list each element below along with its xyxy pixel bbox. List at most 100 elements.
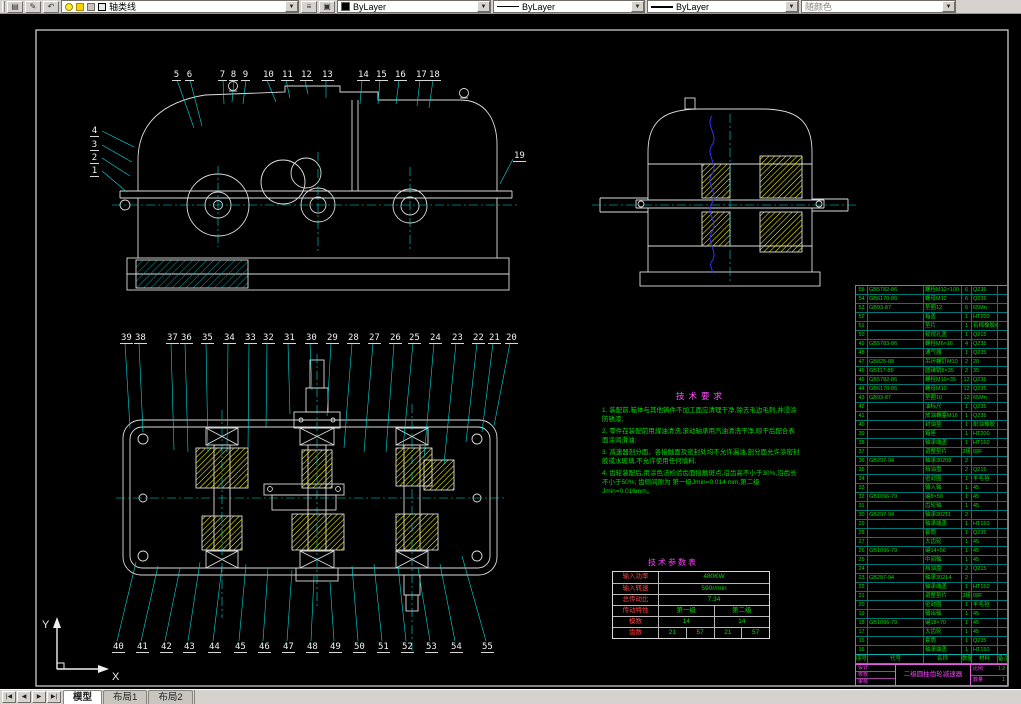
tech-requirements-body: 1. 装配前,箱体与其他铸件不加工面应清理干净,除去毛边毛刺,并浸涂防锈漆; 2.… — [602, 406, 800, 497]
tab-nav-arrow-icon[interactable]: |◀ — [2, 691, 16, 703]
bom-row: 36 GB297-94 轴承30208 2 — [856, 457, 1007, 466]
drawing-title: 二级圆柱齿轮减速器 — [896, 665, 971, 685]
bom-row: 45 GB5782-86 螺栓M10×35 12 Q235 — [856, 376, 1007, 385]
title-block-scale: 比例 1:2 — [971, 665, 1007, 676]
bom-row: 43 GB93-87 垫圈10 12 65Mn — [856, 394, 1007, 403]
bom-row: 19 输出轴 1 45 — [856, 610, 1007, 619]
current-color-swatch — [341, 2, 350, 11]
layers-dialog-icon[interactable]: ▤ — [7, 0, 23, 13]
tech-requirement-line: 3. 减速器剖分面、各接触面及密封处均不允许漏油,剖分面允许涂密封胶或水玻璃,不… — [602, 448, 800, 466]
param-row-module: 模数 14 14 — [613, 616, 769, 627]
bom-row: 32 GB1096-79 键8×50 1 45 — [856, 493, 1007, 502]
bom-row: 50 窥视孔盖 1 Q215 — [856, 331, 1007, 340]
param-row-speed: 输入转速 590r/min — [613, 583, 769, 594]
bom-row: 47 GB825-88 吊环螺钉M10 2 20 — [856, 358, 1007, 367]
bom-row: 44 GB6170-86 螺母M10 12 Q235 — [856, 385, 1007, 394]
bom-row: 27 大齿轮 1 45 — [856, 538, 1007, 547]
ucs-y-label: Y — [42, 619, 50, 631]
bom-row: 17 大齿轮 1 45 — [856, 628, 1007, 637]
layer-thaw-sun-icon[interactable] — [76, 2, 84, 11]
title-block-qty: 数量 1 — [973, 676, 1005, 683]
autocad-window: ▤ ✎ ↶ 轴类线 ▼ ≡ ▣ ByLayer ▼ ByLayer ▼ ByLa… — [0, 0, 1021, 704]
bom-row: 41 放油螺塞M16 1 Q235 — [856, 412, 1007, 421]
lineweight-sample-icon — [651, 5, 673, 8]
lineweight-dropdown[interactable]: ByLayer ▼ — [647, 0, 799, 13]
bom-row: 31 齿轮轴 1 45 — [856, 502, 1007, 511]
bom-row: 38 轴承端盖 1 HT150 — [856, 439, 1007, 448]
bom-row: 21 调整垫片 2组 08F — [856, 592, 1007, 601]
ucs-x-label: X — [112, 671, 120, 683]
bom-row: 23 GB297-94 轴承30214 2 — [856, 574, 1007, 583]
layer-lock-icon[interactable] — [87, 2, 95, 11]
bom-row: 22 轴承端盖 1 HT150 — [856, 583, 1007, 592]
bom-row: 16 套筒 1 Q235 — [856, 637, 1007, 646]
tab-layout1[interactable]: 布局1 — [103, 690, 148, 704]
bom-header: 序号 代号 名称 数量 材料 备注 — [855, 654, 1008, 664]
bom-row: 29 轴承端盖 1 HT150 — [856, 520, 1007, 529]
toolbar-grip[interactable] — [2, 1, 5, 12]
tab-nav-arrow-icon[interactable]: ▶| — [47, 691, 61, 703]
bom-row: 26 GB1096-79 键14×56 1 45 — [856, 547, 1007, 556]
param-table-title: 技术参数表 — [648, 558, 698, 567]
end-view — [599, 97, 849, 287]
plotstyle-dropdown-arrow-icon[interactable]: ▼ — [942, 1, 955, 12]
layer-dropdown[interactable]: 轴类线 ▼ — [61, 0, 299, 13]
layer-color-swatch — [98, 2, 106, 11]
bom-row: 52 箱盖 1 HT200 — [856, 313, 1007, 322]
bom-row: 30 GB297-94 轴承30211 2 — [856, 511, 1007, 520]
make-object-layer-current-icon[interactable]: ✎ — [25, 0, 41, 13]
linetype-dropdown-arrow-icon[interactable]: ▼ — [631, 1, 644, 12]
layer-previous-icon[interactable]: ↶ — [43, 0, 59, 13]
linetype-dropdown-value: ByLayer — [522, 1, 556, 12]
tech-requirement-line: 2. 零件在装配前用煤油清洗,滚动轴承用汽油清洗干净,晾干后配合表面涂润滑油; — [602, 427, 795, 445]
bom-table: 55 GB5782-86 螺栓M12×100 6 Q235 54 GB6170-… — [855, 285, 1008, 655]
tab-nav-arrow-icon[interactable]: ▶ — [32, 691, 46, 703]
title-block-signatures: 设计 校核 审核 — [856, 665, 896, 685]
linetype-dropdown[interactable]: ByLayer ▼ — [493, 0, 645, 13]
tab-nav: |◀ ◀ ▶ ▶| — [0, 690, 63, 704]
bom-row: 51 垫片 1 石棉橡胶纸 — [856, 322, 1007, 331]
plotstyle-dropdown[interactable]: 随颜色 ▼ — [801, 0, 956, 13]
drawing-area[interactable]: Y X 5 6 7 8 9 10 11 12 13 14 15 16 17 18… — [0, 14, 1021, 689]
param-row-power: 输入功率 480KW — [613, 572, 769, 583]
param-row-stage: 传动特性 第一级 第二级 — [613, 605, 769, 616]
color-dropdown-arrow-icon[interactable]: ▼ — [477, 1, 490, 12]
tab-layout2[interactable]: 布局2 — [148, 690, 193, 704]
tech-requirements: 技术要求 1. 装配前,箱体与其他铸件不加工面应清理干净,除去毛边毛刺,并浸涂防… — [602, 390, 800, 499]
section-view-centerlines — [116, 354, 504, 654]
bom-row: 55 GB5782-86 螺栓M12×100 6 Q235 — [856, 286, 1007, 295]
bom-row: 25 中间轴 1 45 — [856, 556, 1007, 565]
ucs-icon — [53, 617, 109, 673]
linetype-sample-icon — [497, 6, 519, 7]
front-view — [119, 81, 513, 291]
bom-row: 24 挡油盘 2 Q215 — [856, 565, 1007, 574]
layout-tabbar: |◀ ◀ ▶ ▶| 模型 布局1 布局2 — [0, 689, 1021, 704]
param-row-ratio: 总传动比 7.34 — [613, 594, 769, 605]
color-dropdown[interactable]: ByLayer ▼ — [337, 0, 491, 13]
tech-requirements-title: 技术要求 — [675, 391, 726, 401]
layer-on-bulb-icon[interactable] — [65, 2, 73, 11]
bom-row: 53 GB93-87 垫圈12 6 65Mn — [856, 304, 1007, 313]
color-palette-icon[interactable]: ▣ — [319, 0, 335, 13]
bom-row: 34 密封圈 1 羊毛毡 — [856, 475, 1007, 484]
lineweight-dropdown-arrow-icon[interactable]: ▼ — [785, 1, 798, 12]
object-properties-toolbar: ▤ ✎ ↶ 轴类线 ▼ ≡ ▣ ByLayer ▼ ByLayer ▼ ByLa… — [0, 0, 1021, 14]
layer-dropdown-arrow-icon[interactable]: ▼ — [285, 1, 298, 12]
param-row-teeth: 齿数 21 57 21 57 — [613, 627, 769, 638]
bom-row: 49 GB5783-86 螺栓M6×16 4 Q235 — [856, 340, 1007, 349]
bom-row: 28 套筒 1 Q235 — [856, 529, 1007, 538]
bom-row: 37 调整垫片 2组 08F — [856, 448, 1007, 457]
tab-nav-arrow-icon[interactable]: ◀ — [17, 691, 31, 703]
bom-row: 42 油标尺 1 Q235 — [856, 403, 1007, 412]
bom-row: 46 GB117-86 圆锥销8×35 2 35 — [856, 367, 1007, 376]
bom-row: 33 输入轴 1 45 — [856, 484, 1007, 493]
callout-leader-lines — [101, 79, 514, 642]
layer-states-icon[interactable]: ≡ — [301, 0, 317, 13]
title-block: 设计 校核 审核 二级圆柱齿轮减速器 比例 1:2 数量 1 — [855, 664, 1008, 686]
bom-row: 18 GB1096-79 键18×70 1 45 — [856, 619, 1007, 628]
bom-row: 48 通气器 1 Q235 — [856, 349, 1007, 358]
param-table: 输入功率 480KW 输入转速 590r/min 总传动比 7.34 传动特性 … — [612, 571, 770, 639]
tab-model[interactable]: 模型 — [63, 690, 103, 704]
bom-row: 35 挡油盘 2 Q215 — [856, 466, 1007, 475]
bom-row: 20 密封圈 1 羊毛毡 — [856, 601, 1007, 610]
